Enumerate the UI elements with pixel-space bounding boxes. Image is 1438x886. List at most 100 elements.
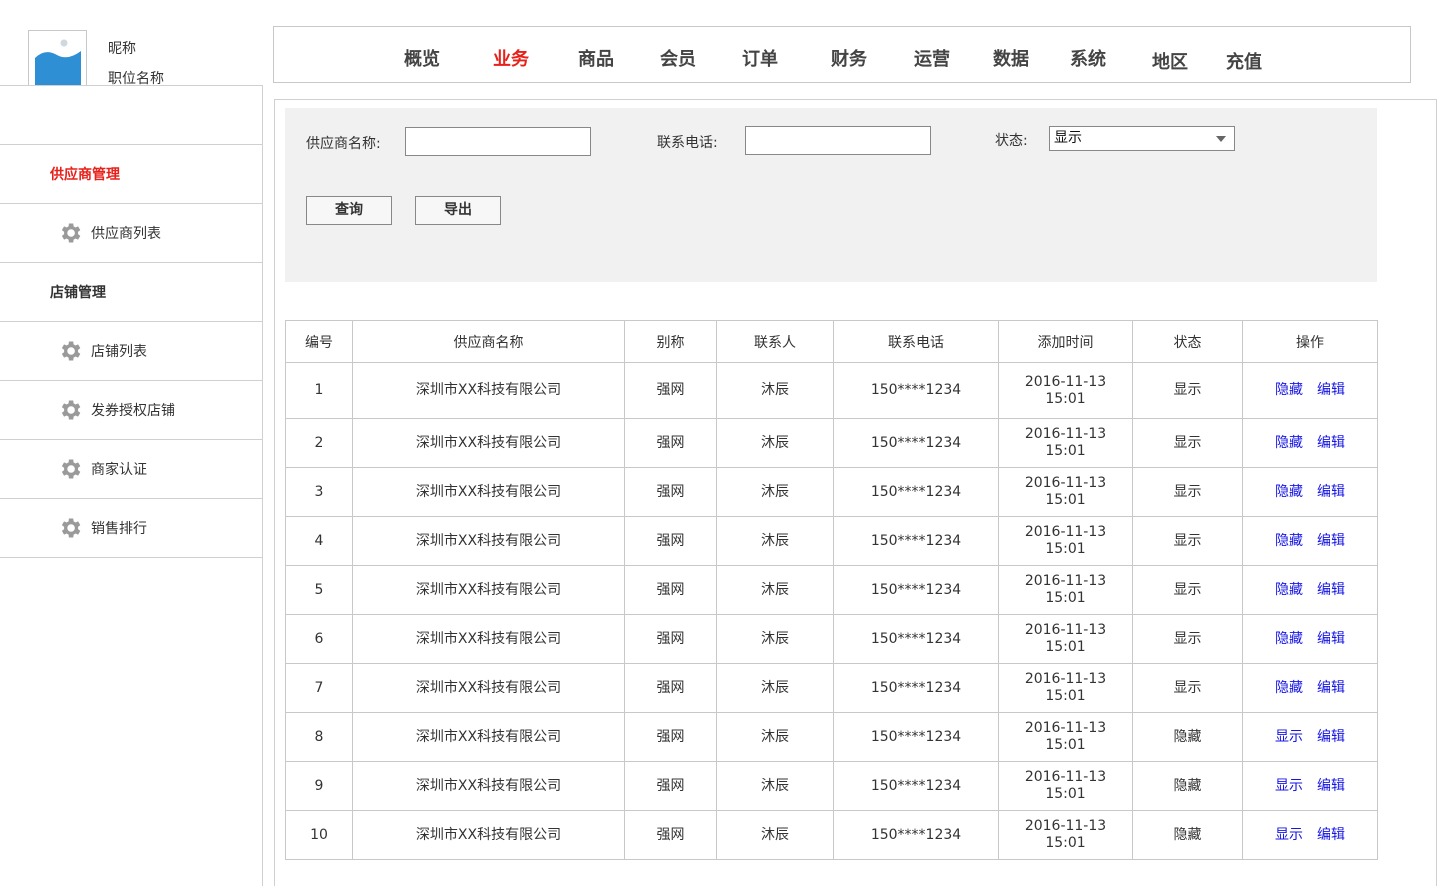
nav-item-operations[interactable]: 运营 xyxy=(914,45,950,71)
table-row: 6 深圳市XX科技有限公司 强网 沐辰 150****1234 2016-11-… xyxy=(285,614,1378,664)
cell-contact: 沐辰 xyxy=(716,516,834,566)
cell-status: 显示 xyxy=(1132,362,1243,419)
sidebar-item-label: 供应商列表 xyxy=(91,226,161,242)
phone-input[interactable] xyxy=(745,126,931,155)
cell-id: 7 xyxy=(285,663,353,713)
cell-actions: 隐藏 编辑 xyxy=(1242,663,1378,713)
sidebar-item-sales-ranking[interactable]: 销售排行 xyxy=(0,499,262,558)
cell-id: 9 xyxy=(285,761,353,811)
added-date: 2016-11-13 xyxy=(1024,769,1107,785)
nav-item-recharge[interactable]: 充值 xyxy=(1226,48,1262,74)
added-time: 15:01 xyxy=(1045,541,1086,557)
cell-supplier-name: 深圳市XX科技有限公司 xyxy=(352,663,625,713)
added-time: 15:01 xyxy=(1045,737,1086,753)
added-date: 2016-11-13 xyxy=(1024,573,1107,589)
nav-item-business[interactable]: 业务 xyxy=(493,45,529,71)
cell-added-time: 2016-11-13 15:01 xyxy=(998,418,1133,468)
edit-link[interactable]: 编辑 xyxy=(1317,382,1345,398)
sidebar: 供应商管理 供应商列表 店铺管理 店铺列表 发券授权店铺 商家认证 销售排行 xyxy=(0,85,263,886)
nav-item-data[interactable]: 数据 xyxy=(993,45,1029,71)
cell-status: 显示 xyxy=(1132,565,1243,615)
cell-status: 显示 xyxy=(1132,663,1243,713)
added-time: 15:01 xyxy=(1045,443,1086,459)
edit-link[interactable]: 编辑 xyxy=(1317,533,1345,549)
sidebar-group-store-management[interactable]: 店铺管理 xyxy=(0,263,262,322)
sidebar-item-merchant-verification[interactable]: 商家认证 xyxy=(0,440,262,499)
cell-actions: 显示 编辑 xyxy=(1242,712,1378,762)
cell-supplier-name: 深圳市XX科技有限公司 xyxy=(352,362,625,419)
cell-phone: 150****1234 xyxy=(833,712,999,762)
edit-link[interactable]: 编辑 xyxy=(1317,435,1345,451)
added-time: 15:01 xyxy=(1045,688,1086,704)
edit-link[interactable]: 编辑 xyxy=(1317,484,1345,500)
cell-added-time: 2016-11-13 15:01 xyxy=(998,712,1133,762)
cell-id: 8 xyxy=(285,712,353,762)
toggle-visibility-link[interactable]: 隐藏 xyxy=(1275,484,1303,500)
sidebar-spacer xyxy=(0,86,262,145)
avatar-image-icon[interactable] xyxy=(28,30,87,86)
nav-item-products[interactable]: 商品 xyxy=(578,45,614,71)
nav-item-finance[interactable]: 财务 xyxy=(831,45,867,71)
toggle-visibility-link[interactable]: 隐藏 xyxy=(1275,582,1303,598)
edit-link[interactable]: 编辑 xyxy=(1317,680,1345,696)
cell-actions: 隐藏 编辑 xyxy=(1242,418,1378,468)
cell-phone: 150****1234 xyxy=(833,467,999,517)
cell-actions: 隐藏 编辑 xyxy=(1242,362,1378,419)
supplier-name-input[interactable] xyxy=(405,127,591,156)
table-row: 4 深圳市XX科技有限公司 强网 沐辰 150****1234 2016-11-… xyxy=(285,516,1378,566)
phone-label: 联系电话: xyxy=(657,135,718,151)
cell-alias: 强网 xyxy=(624,614,717,664)
nav-item-overview[interactable]: 概览 xyxy=(404,45,440,71)
nav-item-system[interactable]: 系统 xyxy=(1070,45,1106,71)
gear-icon xyxy=(57,397,83,423)
nav-item-orders[interactable]: 订单 xyxy=(742,45,778,71)
cell-contact: 沐辰 xyxy=(716,810,834,860)
sidebar-item-supplier-list[interactable]: 供应商列表 xyxy=(0,204,262,263)
added-time: 15:01 xyxy=(1045,492,1086,508)
nav-item-region[interactable]: 地区 xyxy=(1152,48,1188,74)
toggle-visibility-link[interactable]: 隐藏 xyxy=(1275,533,1303,549)
column-header-contact: 联系人 xyxy=(716,320,834,363)
cell-id: 10 xyxy=(285,810,353,860)
cell-id: 3 xyxy=(285,467,353,517)
sidebar-item-store-list[interactable]: 店铺列表 xyxy=(0,322,262,381)
column-header-alias: 别称 xyxy=(624,320,717,363)
toggle-visibility-link[interactable]: 隐藏 xyxy=(1275,631,1303,647)
cell-alias: 强网 xyxy=(624,810,717,860)
toggle-visibility-link[interactable]: 显示 xyxy=(1275,827,1303,843)
cell-added-time: 2016-11-13 15:01 xyxy=(998,362,1133,419)
edit-link[interactable]: 编辑 xyxy=(1317,778,1345,794)
status-select[interactable]: 显示 xyxy=(1049,126,1235,151)
edit-link[interactable]: 编辑 xyxy=(1317,827,1345,843)
cell-status: 显示 xyxy=(1132,418,1243,468)
sidebar-item-coupon-authorized-stores[interactable]: 发券授权店铺 xyxy=(0,381,262,440)
cell-alias: 强网 xyxy=(624,712,717,762)
cell-contact: 沐辰 xyxy=(716,663,834,713)
added-time: 15:01 xyxy=(1045,590,1086,606)
column-header-actions: 操作 xyxy=(1242,320,1378,363)
edit-link[interactable]: 编辑 xyxy=(1317,631,1345,647)
toggle-visibility-link[interactable]: 隐藏 xyxy=(1275,680,1303,696)
toggle-visibility-link[interactable]: 显示 xyxy=(1275,778,1303,794)
toggle-visibility-link[interactable]: 隐藏 xyxy=(1275,382,1303,398)
cell-supplier-name: 深圳市XX科技有限公司 xyxy=(352,810,625,860)
sidebar-group-supplier-management[interactable]: 供应商管理 xyxy=(0,145,262,204)
export-button[interactable]: 导出 xyxy=(415,196,501,225)
table-row: 1 深圳市XX科技有限公司 强网 沐辰 150****1234 2016-11-… xyxy=(285,362,1378,419)
nav-item-members[interactable]: 会员 xyxy=(660,45,696,71)
edit-link[interactable]: 编辑 xyxy=(1317,582,1345,598)
sidebar-item-label: 供应商管理 xyxy=(50,167,120,183)
cell-supplier-name: 深圳市XX科技有限公司 xyxy=(352,565,625,615)
cell-status: 显示 xyxy=(1132,614,1243,664)
toggle-visibility-link[interactable]: 隐藏 xyxy=(1275,435,1303,451)
cell-alias: 强网 xyxy=(624,761,717,811)
cell-supplier-name: 深圳市XX科技有限公司 xyxy=(352,418,625,468)
query-button[interactable]: 查询 xyxy=(306,196,392,225)
cell-alias: 强网 xyxy=(624,663,717,713)
search-filter-panel: 供应商名称: 联系电话: 状态: 显示 查询 导出 xyxy=(285,108,1377,282)
cell-supplier-name: 深圳市XX科技有限公司 xyxy=(352,712,625,762)
column-header-phone: 联系电话 xyxy=(833,320,999,363)
toggle-visibility-link[interactable]: 显示 xyxy=(1275,729,1303,745)
table-row: 10 深圳市XX科技有限公司 强网 沐辰 150****1234 2016-11… xyxy=(285,810,1378,860)
edit-link[interactable]: 编辑 xyxy=(1317,729,1345,745)
